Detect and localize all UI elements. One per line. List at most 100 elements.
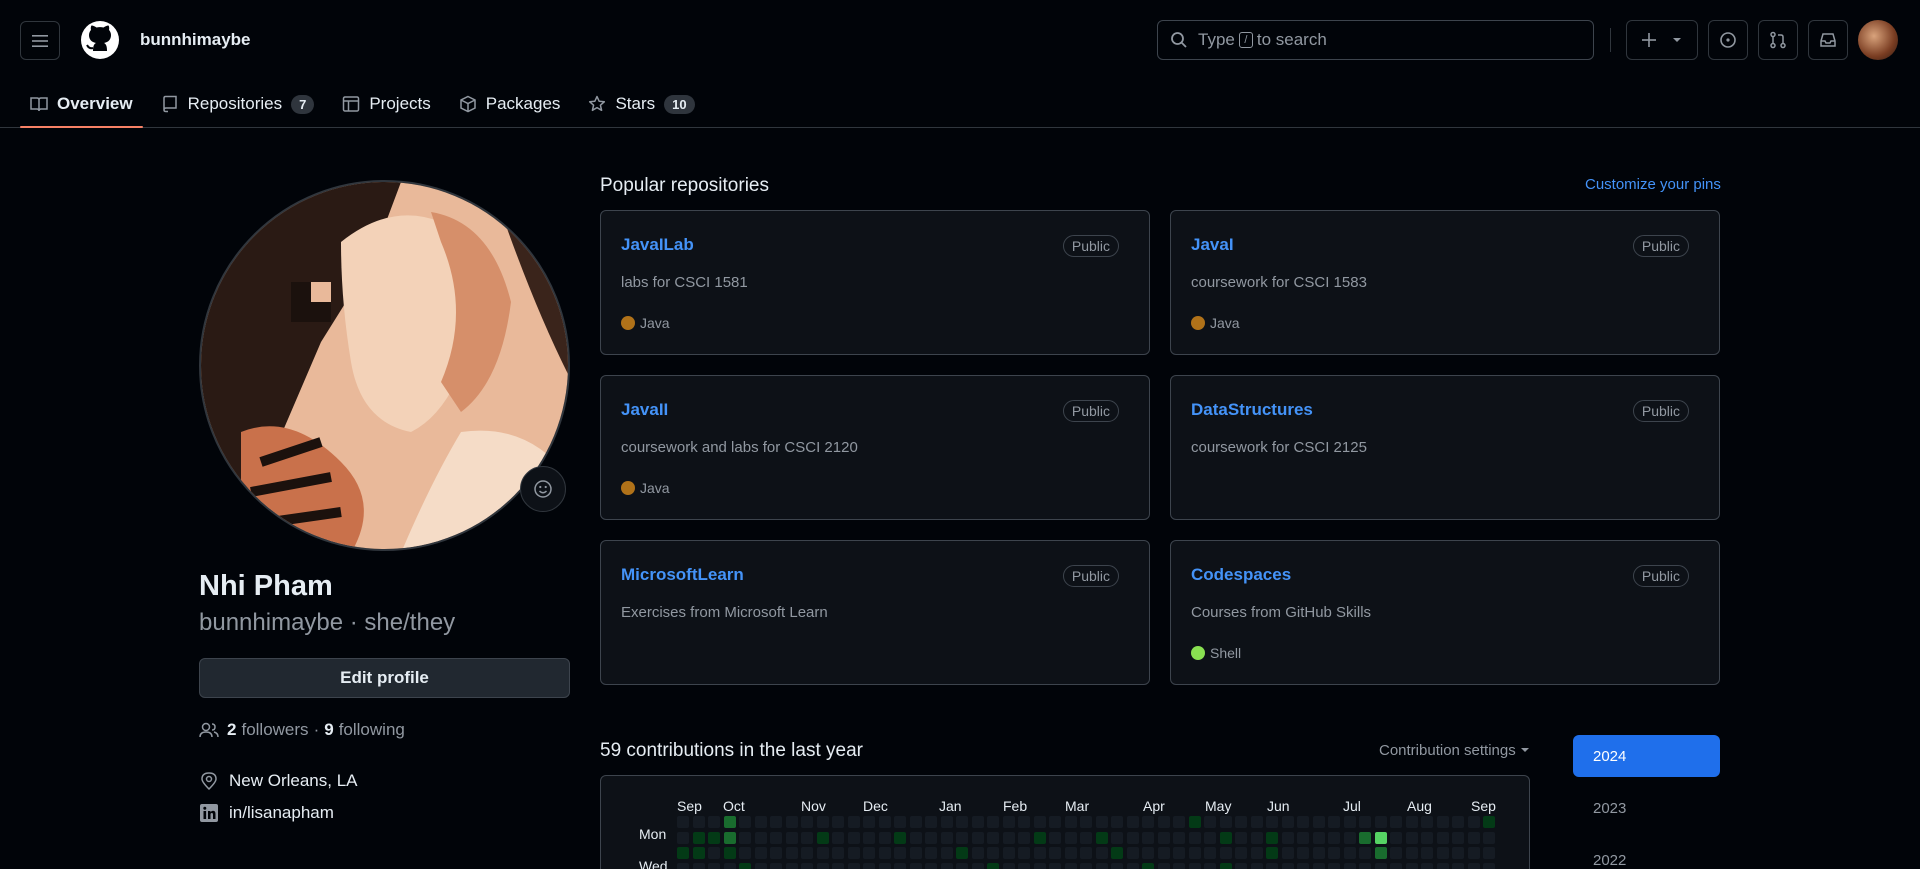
contribution-day-cell[interactable] bbox=[1235, 816, 1247, 828]
contribution-day-cell[interactable] bbox=[1002, 831, 1015, 844]
contribution-day-cell[interactable] bbox=[863, 862, 875, 869]
contribution-day-cell[interactable] bbox=[816, 847, 829, 859]
contribution-day-cell[interactable] bbox=[1095, 862, 1108, 869]
contribution-day-cell[interactable] bbox=[847, 847, 860, 859]
contribution-day-cell[interactable] bbox=[1343, 831, 1356, 844]
contribution-day-cell[interactable] bbox=[708, 816, 720, 828]
contribution-day-cell[interactable] bbox=[723, 862, 736, 869]
contribution-day-cell[interactable] bbox=[1421, 816, 1433, 828]
repo-name-link[interactable]: JavaILab bbox=[621, 235, 694, 255]
contribution-day-cell[interactable] bbox=[677, 816, 689, 828]
contribution-day-cell[interactable] bbox=[770, 831, 782, 844]
tab-overview[interactable]: Overview bbox=[20, 80, 143, 128]
contribution-day-cell[interactable] bbox=[956, 847, 968, 859]
contribution-day-cell[interactable] bbox=[692, 847, 705, 859]
year-button-2023[interactable]: 2023 bbox=[1573, 787, 1720, 829]
contribution-day-cell[interactable] bbox=[1343, 862, 1356, 869]
profile-avatar[interactable] bbox=[199, 180, 570, 551]
contribution-day-cell[interactable] bbox=[1111, 862, 1123, 869]
contribution-day-cell[interactable] bbox=[1049, 816, 1061, 828]
contribution-day-cell[interactable] bbox=[987, 831, 999, 844]
followers-count[interactable]: 2 bbox=[227, 720, 236, 740]
contribution-day-cell[interactable] bbox=[1204, 862, 1216, 869]
contribution-day-cell[interactable] bbox=[1405, 831, 1418, 844]
contribution-day-cell[interactable] bbox=[1359, 847, 1371, 859]
contribution-day-cell[interactable] bbox=[1142, 847, 1154, 859]
contribution-day-cell[interactable] bbox=[801, 816, 813, 828]
contribution-day-cell[interactable] bbox=[770, 816, 782, 828]
contribution-day-cell[interactable] bbox=[832, 831, 844, 844]
contribution-day-cell[interactable] bbox=[1467, 816, 1480, 828]
contribution-day-cell[interactable] bbox=[677, 862, 689, 869]
contribution-day-cell[interactable] bbox=[1204, 816, 1216, 828]
contribution-day-cell[interactable] bbox=[1390, 847, 1402, 859]
contribution-day-cell[interactable] bbox=[1281, 831, 1294, 844]
contribution-day-cell[interactable] bbox=[847, 831, 860, 844]
customize-pins-link[interactable]: Customize your pins bbox=[1585, 176, 1721, 193]
contribution-day-cell[interactable] bbox=[739, 816, 751, 828]
github-logo-icon[interactable] bbox=[80, 20, 120, 60]
contribution-day-cell[interactable] bbox=[1002, 816, 1015, 828]
contribution-day-cell[interactable] bbox=[832, 862, 844, 869]
contribution-day-cell[interactable] bbox=[863, 847, 875, 859]
tab-projects[interactable]: Projects bbox=[332, 80, 440, 128]
contribution-day-cell[interactable] bbox=[1312, 862, 1325, 869]
inbox-button[interactable] bbox=[1808, 20, 1848, 60]
contribution-day-cell[interactable] bbox=[1173, 847, 1185, 859]
contribution-day-cell[interactable] bbox=[863, 831, 875, 844]
contribution-day-cell[interactable] bbox=[816, 862, 829, 869]
contribution-day-cell[interactable] bbox=[925, 831, 937, 844]
contribution-day-cell[interactable] bbox=[878, 862, 891, 869]
contribution-day-cell[interactable] bbox=[987, 816, 999, 828]
contribution-day-cell[interactable] bbox=[1188, 831, 1201, 844]
contribution-day-cell[interactable] bbox=[894, 847, 906, 859]
contribution-day-cell[interactable] bbox=[1080, 862, 1092, 869]
contribution-day-cell[interactable] bbox=[692, 831, 705, 844]
contribution-day-cell[interactable] bbox=[1111, 816, 1123, 828]
contribution-day-cell[interactable] bbox=[677, 847, 689, 859]
contribution-day-cell[interactable] bbox=[754, 816, 767, 828]
contribution-day-cell[interactable] bbox=[1359, 816, 1371, 828]
contribution-day-cell[interactable] bbox=[785, 847, 798, 859]
contribution-day-cell[interactable] bbox=[1343, 847, 1356, 859]
contribution-day-cell[interactable] bbox=[847, 816, 860, 828]
repo-name-link[interactable]: JavaI bbox=[1191, 235, 1234, 255]
contribution-day-cell[interactable] bbox=[971, 847, 984, 859]
contribution-day-cell[interactable] bbox=[925, 862, 937, 869]
contribution-day-cell[interactable] bbox=[940, 831, 953, 844]
contribution-day-cell[interactable] bbox=[1328, 831, 1340, 844]
contribution-day-cell[interactable] bbox=[1436, 847, 1449, 859]
contribution-day-cell[interactable] bbox=[785, 831, 798, 844]
contribution-day-cell[interactable] bbox=[1002, 847, 1015, 859]
contribution-day-cell[interactable] bbox=[739, 847, 751, 859]
contribution-day-cell[interactable] bbox=[1018, 847, 1030, 859]
contribution-day-cell[interactable] bbox=[925, 847, 937, 859]
contribution-day-cell[interactable] bbox=[1297, 847, 1309, 859]
contribution-day-cell[interactable] bbox=[878, 831, 891, 844]
contribution-day-cell[interactable] bbox=[1064, 862, 1077, 869]
contribution-day-cell[interactable] bbox=[1281, 847, 1294, 859]
contribution-day-cell[interactable] bbox=[878, 816, 891, 828]
followers-link[interactable]: followers bbox=[241, 720, 308, 740]
contribution-day-cell[interactable] bbox=[1111, 847, 1123, 859]
contribution-day-cell[interactable] bbox=[1343, 816, 1356, 828]
contribution-day-cell[interactable] bbox=[1266, 847, 1278, 859]
edit-profile-button[interactable]: Edit profile bbox=[199, 658, 570, 698]
contribution-day-cell[interactable] bbox=[894, 816, 906, 828]
contribution-day-cell[interactable] bbox=[1188, 862, 1201, 869]
contribution-day-cell[interactable] bbox=[1281, 862, 1294, 869]
contribution-day-cell[interactable] bbox=[1157, 862, 1170, 869]
contribution-day-cell[interactable] bbox=[1095, 816, 1108, 828]
contribution-day-cell[interactable] bbox=[1483, 847, 1495, 859]
tab-stars[interactable]: Stars 10 bbox=[578, 80, 704, 128]
contribution-day-cell[interactable] bbox=[1266, 831, 1278, 844]
contribution-day-cell[interactable] bbox=[1033, 847, 1046, 859]
contribution-day-cell[interactable] bbox=[1328, 847, 1340, 859]
contribution-day-cell[interactable] bbox=[987, 847, 999, 859]
contribution-day-cell[interactable] bbox=[1219, 862, 1232, 869]
contribution-day-cell[interactable] bbox=[1405, 847, 1418, 859]
contribution-day-cell[interactable] bbox=[1080, 847, 1092, 859]
contribution-day-cell[interactable] bbox=[1188, 816, 1201, 828]
contribution-day-cell[interactable] bbox=[1374, 862, 1387, 869]
contribution-day-cell[interactable] bbox=[1219, 831, 1232, 844]
